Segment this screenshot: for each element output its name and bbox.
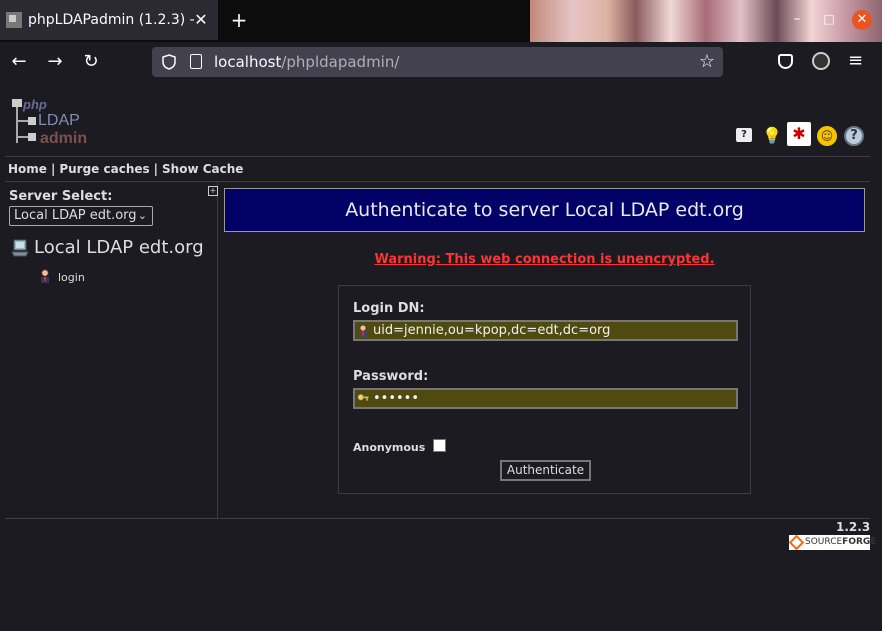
auth-title: Authenticate to server Local LDAP edt.or… (224, 188, 865, 232)
sf-source-text: SOURCE (805, 537, 843, 547)
browser-nav-bar: ← → ↻ localhost/phpldapadmin/ ☆ ≡ (0, 42, 882, 124)
logo-text-php: php (22, 97, 47, 112)
tab-favicon-icon (6, 12, 22, 28)
reload-button[interactable]: ↻ (80, 51, 102, 73)
bug-icon[interactable]: ✱ (787, 122, 811, 146)
sourceforge-badge[interactable]: SOURCEFORGE (788, 534, 876, 551)
url-bar[interactable]: localhost/phpldapadmin/ ☆ (152, 47, 723, 77)
phpldapadmin-logo[interactable]: php LDAP admin (10, 97, 110, 147)
bookmark-star-icon[interactable]: ☆ (699, 51, 715, 72)
login-dn-value: uid=jennie,ou=kpop,dc=edt,dc=org (373, 323, 611, 338)
idea-icon[interactable]: 💡 (762, 126, 782, 146)
server-select-value: Local LDAP edt.org (14, 208, 137, 223)
password-input[interactable]: •••••• (353, 388, 738, 409)
login-link[interactable]: login (58, 271, 85, 284)
link-separator: | (50, 162, 56, 176)
key-icon (357, 393, 369, 401)
password-value: •••••• (373, 391, 420, 406)
user-login-icon (41, 269, 49, 283)
anonymous-checkbox[interactable] (433, 439, 446, 452)
user-icon (359, 324, 367, 337)
pocket-icon[interactable] (778, 54, 793, 69)
smiley-icon[interactable]: ☺ (817, 126, 837, 146)
window-maximize-button[interactable]: □ (822, 12, 836, 26)
login-dn-label: Login DN: (353, 301, 425, 316)
url-text[interactable]: localhost/phpldapadmin/ (214, 53, 399, 71)
purge-caches-link[interactable]: Purge caches (59, 162, 149, 176)
expand-icon[interactable]: + (208, 186, 218, 196)
login-form: Login DN: uid=jennie,ou=kpop,dc=edt,dc=o… (338, 285, 751, 494)
tab-title: phpLDAPadmin (1.2.3) - (28, 12, 195, 28)
page-icon[interactable] (190, 54, 202, 69)
logo-text-ldap: LDAP (38, 112, 80, 129)
window-close-button[interactable]: ✕ (852, 10, 872, 30)
new-tab-button[interactable]: + (228, 9, 250, 31)
back-button[interactable]: ← (8, 51, 30, 73)
extension-icon[interactable] (812, 52, 830, 70)
help-icon[interactable]: ? (736, 128, 752, 142)
question-icon[interactable]: ? (844, 126, 864, 146)
forward-button[interactable]: → (44, 51, 66, 73)
browser-tab[interactable]: phpLDAPadmin (1.2.3) - ✕ (0, 0, 218, 40)
link-separator: | (153, 162, 159, 176)
divider (5, 518, 870, 519)
browser-tab-bar: phpLDAPadmin (1.2.3) - ✕ + – □ ✕ (0, 0, 882, 42)
server-computer-icon (11, 239, 29, 257)
server-tree-panel: + Server Select: Local LDAP edt.org ⌄ Lo… (5, 182, 218, 518)
unencrypted-warning: Warning: This web connection is unencryp… (374, 252, 715, 267)
page-content: php LDAP admin ? 💡 ✱ ☺ ? Home | Purge cach… (0, 82, 882, 631)
top-links: Home | Purge caches | Show Cache (8, 162, 243, 176)
sf-forge-text: FORGE (842, 537, 877, 547)
server-select-label: Server Select: (9, 189, 113, 204)
window-minimize-button[interactable]: – (790, 12, 804, 26)
version-label: 1.2.3 (836, 520, 871, 534)
shield-icon[interactable] (162, 54, 176, 70)
show-cache-link[interactable]: Show Cache (162, 162, 243, 176)
login-dn-input[interactable]: uid=jennie,ou=kpop,dc=edt,dc=org (353, 320, 738, 341)
divider (5, 156, 870, 157)
server-select-dropdown[interactable]: Local LDAP edt.org ⌄ (9, 206, 153, 226)
home-link[interactable]: Home (8, 162, 47, 176)
url-host: localhost (214, 53, 282, 71)
menu-icon[interactable]: ≡ (848, 52, 863, 70)
server-name[interactable]: Local LDAP edt.org (34, 237, 204, 258)
url-path: /phpldapadmin/ (281, 53, 400, 71)
password-label: Password: (353, 369, 429, 384)
tab-close-icon[interactable]: ✕ (192, 11, 210, 29)
authenticate-button[interactable]: Authenticate (500, 460, 591, 481)
chevron-down-icon: ⌄ (137, 209, 147, 222)
anonymous-label: Anonymous (353, 441, 426, 454)
sourceforge-icon (788, 534, 805, 551)
logo-text-admin: admin (40, 130, 87, 147)
